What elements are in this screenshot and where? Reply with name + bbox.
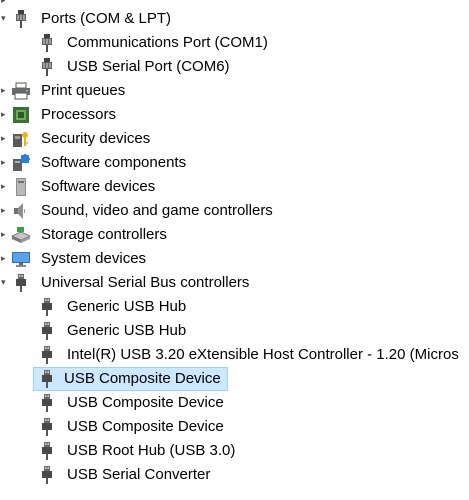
tree-node-ports[interactable]: ▾ Ports (COM & LPT) [1,8,174,30]
tree-node-security-devices[interactable]: ▸ Security devices [1,128,153,150]
tree-node-storage-controllers[interactable]: ▸ Storage controllers [1,224,170,246]
tree-leaf-label: USB Serial Converter [67,466,211,483]
tree-node-label: Software devices [41,178,156,195]
tree-leaf-usb-6[interactable]: USB Root Hub (USB 3.0) [36,440,238,462]
tree-node-label: Ports (COM & LPT) [41,10,172,27]
tree-node-print-queues[interactable]: ▸ Print queues [1,80,128,102]
tree-node-label: Security devices [41,130,151,147]
tree-node-label: Universal Serial Bus controllers [41,274,250,291]
tree-node-label: Storage controllers [41,226,167,243]
chevron-down-icon[interactable]: ▾ [1,14,9,23]
speaker-icon [10,201,32,221]
tree-leaf-ports-0[interactable]: Communications Port (COM1) [36,32,271,54]
port-connector-icon [36,33,58,53]
tree-leaf-label: Generic USB Hub [67,322,187,339]
tree-leaf-usb-7[interactable]: USB Serial Converter [36,464,213,486]
chevron-right-icon[interactable]: ▸ [1,110,9,119]
usb-plug-icon [36,441,58,461]
chevron-down-icon[interactable]: ▾ [1,278,9,287]
chevron-right-icon[interactable]: ▸ [1,182,9,191]
chevron-right-icon[interactable]: ▸ [1,158,9,167]
key-lock-icon [10,129,32,149]
tree-node-software-devices[interactable]: ▸ Software devices [1,176,158,198]
tree-leaf-usb-3-selected[interactable]: USB Composite Device [33,367,228,391]
tree-leaf-label: USB Composite Device [64,370,221,387]
usb-plug-icon [36,297,58,317]
tree-node-system-devices[interactable]: ▸ System devices [1,248,149,270]
chevron-icon[interactable]: ▸ [1,0,9,5]
usb-plug-icon [36,465,58,485]
tree-leaf-label: USB Composite Device [67,418,224,435]
tree-node-software-components[interactable]: ▸ Software components [1,152,189,174]
tree-leaf-label: USB Serial Port (COM6) [67,58,230,75]
tree-leaf-label: USB Composite Device [67,394,224,411]
chevron-right-icon[interactable]: ▸ [1,86,9,95]
tree-leaf-usb-4[interactable]: USB Composite Device [36,392,227,414]
chevron-right-icon[interactable]: ▸ [1,230,9,239]
usb-plug-icon [36,345,58,365]
usb-plug-icon [36,369,58,389]
storage-controller-icon [10,225,32,245]
usb-plug-icon [10,273,32,293]
port-connector-icon [36,57,58,77]
chevron-right-icon[interactable]: ▸ [1,206,9,215]
printer-icon [10,81,32,101]
tree-node-label: Processors [41,106,117,123]
tree-leaf-label: USB Root Hub (USB 3.0) [67,442,236,459]
software-device-icon [10,177,32,197]
tree-leaf-ports-1[interactable]: USB Serial Port (COM6) [36,56,233,78]
tree-node-processors[interactable]: ▸ Processors [1,104,119,126]
port-connector-icon [10,9,32,29]
tree-leaf-usb-1[interactable]: Generic USB Hub [36,320,189,342]
tree-node-sound-video-game[interactable]: ▸ Sound, video and game controllers [1,200,276,222]
tree-node-usb-controllers[interactable]: ▾ Universal Serial Bus controllers [1,272,252,294]
system-monitor-icon [10,249,32,269]
tree-node-label: Sound, video and game controllers [41,202,273,219]
tree-leaf-usb-2[interactable]: Intel(R) USB 3.20 eXtensible Host Contro… [36,344,462,366]
puzzle-component-icon [10,153,32,173]
tree-node-label: Print queues [41,82,126,99]
tree-leaf-usb-0[interactable]: Generic USB Hub [36,296,189,318]
tree-node-label: Software components [41,154,187,171]
usb-plug-icon [36,321,58,341]
tree-node-label: System devices [41,250,147,267]
tree-leaf-label: Generic USB Hub [67,298,187,315]
processor-chip-icon [10,105,32,125]
usb-plug-icon [36,393,58,413]
usb-plug-icon [36,417,58,437]
chevron-right-icon[interactable]: ▸ [1,254,9,263]
chevron-right-icon[interactable]: ▸ [1,134,9,143]
tree-leaf-label: Communications Port (COM1) [67,34,268,51]
tree-leaf-usb-5[interactable]: USB Composite Device [36,416,227,438]
tree-leaf-label: Intel(R) USB 3.20 eXtensible Host Contro… [67,346,459,363]
